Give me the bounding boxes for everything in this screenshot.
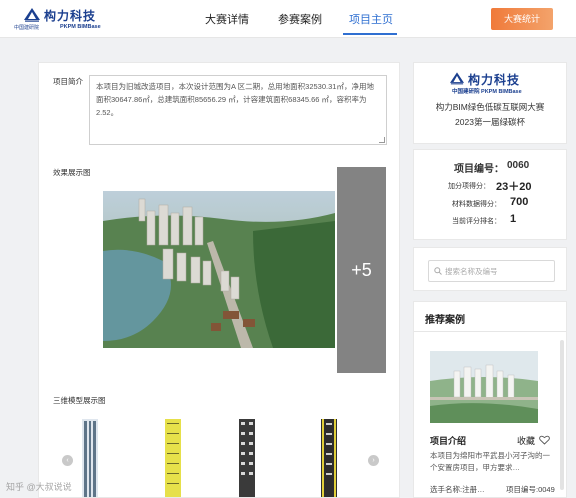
intro-textarea[interactable]: 本项目为旧城改造项目，本次设计范围为A 区二期，总用地面积32530.31㎡，净… bbox=[89, 75, 387, 145]
recommend-title: 推荐案例 bbox=[425, 315, 465, 326]
contest-stats-button[interactable]: 大赛统计 bbox=[491, 8, 553, 30]
case-intro-label: 项目介绍 bbox=[430, 436, 467, 446]
divider bbox=[414, 331, 566, 332]
material-label: 材料数据得分： bbox=[452, 201, 501, 208]
carousel-next-icon[interactable]: › bbox=[368, 455, 379, 466]
contest-name: 构力BIM绿色低碳互联网大赛 bbox=[435, 102, 545, 112]
model-thumb-3[interactable] bbox=[237, 419, 257, 498]
contest-edition: 2023第一届绿碳杯 bbox=[455, 117, 525, 127]
search-placeholder: 搜索名称及编号 bbox=[445, 267, 498, 276]
project-no-value: 0060 bbox=[507, 160, 530, 171]
project-detail-panel: 项目简介 本项目为旧城改造项目，本次设计范围为A 区二期，总用地面积32530.… bbox=[38, 62, 400, 498]
more-images-tile[interactable]: +5 bbox=[337, 167, 386, 373]
nav-project-home[interactable]: 项目主页 bbox=[349, 11, 393, 27]
recommend-scrollbar[interactable] bbox=[560, 340, 564, 490]
org-logo-text: 构力科技 bbox=[468, 73, 521, 87]
heart-icon[interactable] bbox=[539, 435, 550, 445]
model-thumb-4[interactable] bbox=[319, 419, 339, 498]
nav-entry-cases[interactable]: 参赛案例 bbox=[278, 11, 322, 27]
case-rendering-illustration bbox=[430, 351, 538, 423]
rendering-image[interactable] bbox=[103, 191, 335, 348]
logo-subtitle: 中国建研院 bbox=[14, 25, 40, 31]
bonus-label: 加分项得分： bbox=[448, 183, 490, 190]
active-tab-indicator bbox=[343, 33, 397, 35]
intro-text: 本项目为旧城改造项目，本次设计范围为A 区二期，总用地面积32530.31㎡，净… bbox=[96, 82, 374, 117]
search-input[interactable]: 搜索名称及编号 bbox=[428, 260, 555, 282]
material-value: 700 bbox=[510, 196, 529, 208]
logo-brand: PKPM BIMBase bbox=[60, 24, 101, 30]
render-label: 效果展示图 bbox=[53, 168, 91, 177]
nav-contest-details[interactable]: 大赛详情 bbox=[205, 11, 249, 27]
search-card: 搜索名称及编号 bbox=[413, 247, 567, 291]
case-thumbnail[interactable] bbox=[430, 351, 538, 423]
model-thumb-2[interactable] bbox=[163, 419, 183, 498]
intro-label: 项目简介 bbox=[53, 77, 83, 86]
org-logo: 构力科技 中国建研院 PKPM BIMBase bbox=[450, 72, 534, 96]
recommended-cases-card: 推荐案例 项目介绍 收藏 本项目为绵阳市平武县小河子沟的一个安置房项目，甲方要求… bbox=[413, 301, 567, 498]
project-no-label: 项目编号： bbox=[454, 164, 504, 175]
model-thumb-1[interactable] bbox=[80, 419, 100, 498]
logo-text: 构力科技 bbox=[44, 9, 97, 23]
rank-value: 1 bbox=[510, 213, 517, 225]
case-id: 项目编号:0049 bbox=[506, 485, 555, 494]
search-icon bbox=[434, 267, 442, 275]
aerial-rendering-illustration bbox=[103, 191, 335, 348]
company-logo[interactable]: 构力科技 中国建研院 PKPM BIMBase bbox=[14, 8, 110, 34]
contest-info-card: 构力科技 中国建研院 PKPM BIMBase 构力BIM绿色低碳互联网大赛 2… bbox=[413, 62, 567, 144]
favorite-label[interactable]: 收藏 bbox=[517, 434, 535, 447]
logo-emblem-icon bbox=[24, 8, 40, 22]
rank-label: 当前评分排名： bbox=[452, 218, 501, 225]
score-card: 项目编号： 0060 加分项得分： 23＋20 材料数据得分： 700 当前评分… bbox=[413, 149, 567, 240]
org-logo-emblem-icon bbox=[450, 72, 464, 85]
resize-handle-icon[interactable] bbox=[379, 137, 385, 143]
bonus-value: 23＋20 bbox=[496, 181, 532, 193]
carousel-prev-icon[interactable]: ‹ bbox=[62, 455, 73, 466]
model-carousel: ‹ › bbox=[39, 419, 399, 498]
model-label: 三维模型展示图 bbox=[53, 396, 106, 405]
top-header: 构力科技 中国建研院 PKPM BIMBase 大赛详情 参赛案例 项目主页 大… bbox=[0, 0, 576, 38]
org-logo-subtitle: 中国建研院 PKPM BIMBase bbox=[452, 89, 522, 95]
case-team: 选手名称:注册… bbox=[430, 485, 485, 494]
watermark: 知乎 @大叔说说 bbox=[6, 482, 72, 492]
case-description: 本项目为绵阳市平武县小河子沟的一个安置房项目，甲方要求… bbox=[430, 451, 550, 472]
